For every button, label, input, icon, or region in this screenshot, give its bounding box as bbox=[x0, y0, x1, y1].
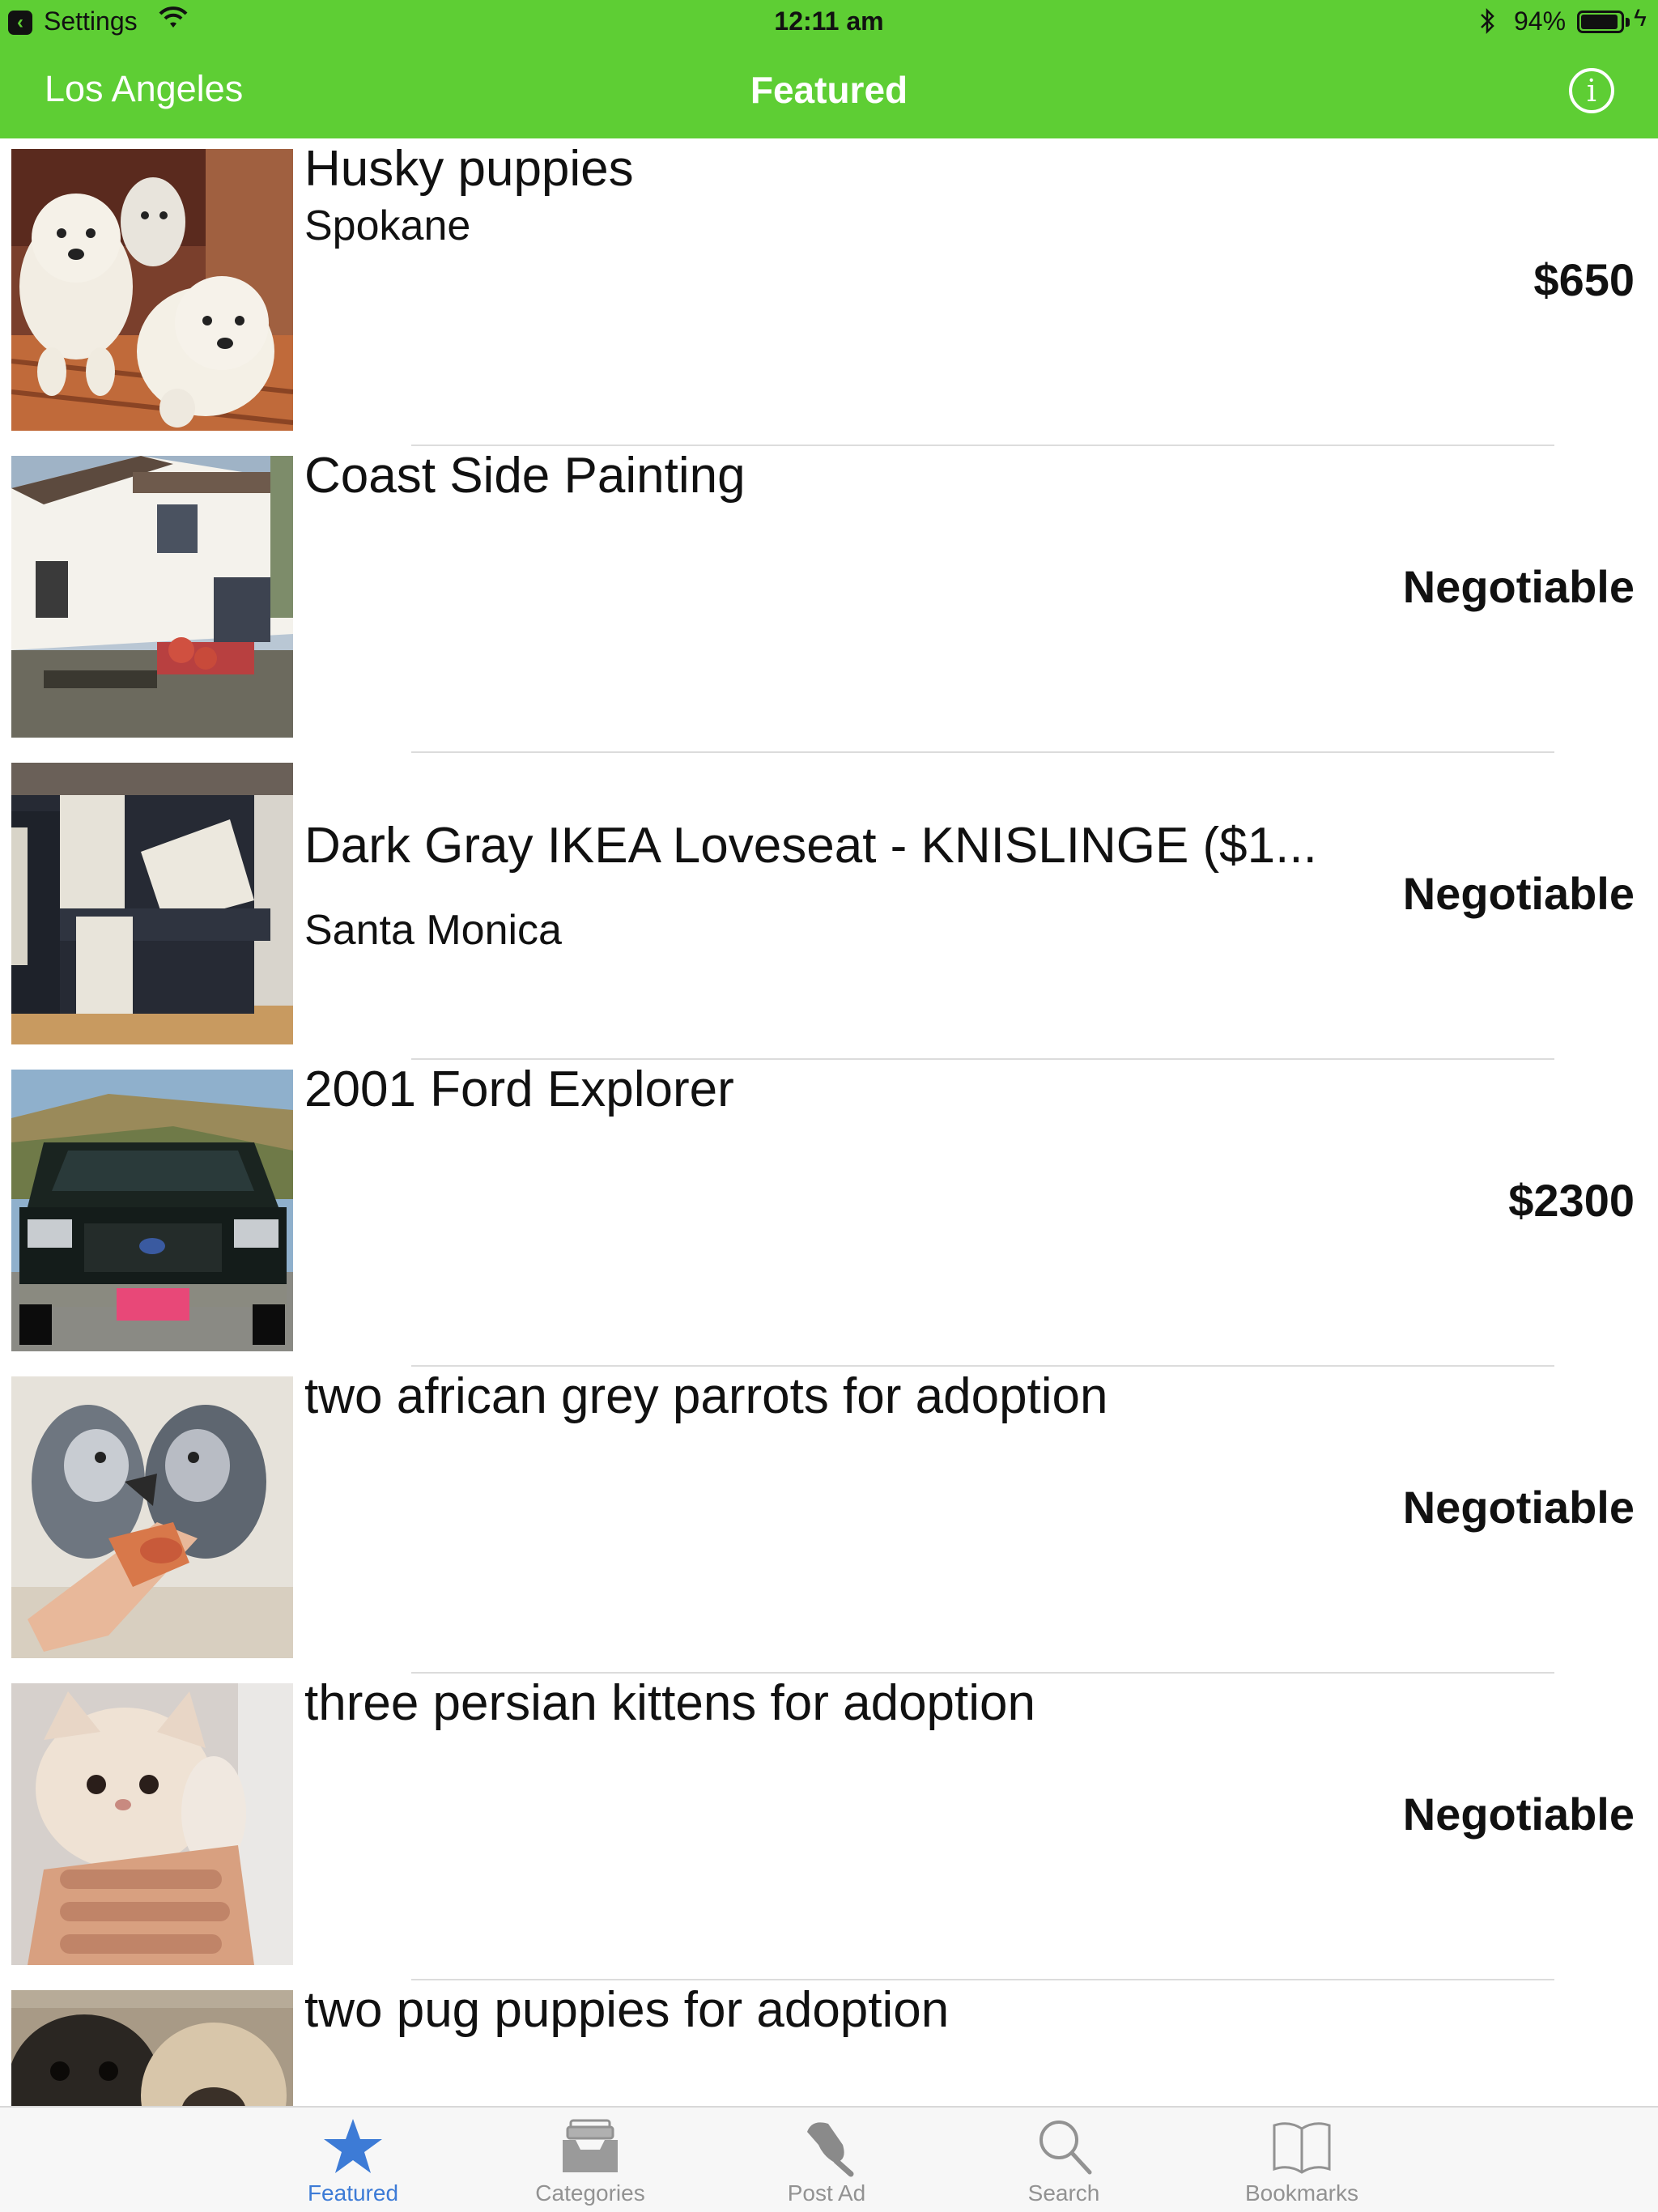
loveseat-photo bbox=[11, 763, 293, 1044]
tab-categories[interactable]: Categories bbox=[493, 2108, 687, 2212]
info-icon[interactable]: i bbox=[1569, 68, 1614, 113]
book-icon bbox=[1273, 2122, 1331, 2174]
husky-puppies-photo bbox=[11, 149, 293, 431]
listing-price: Negotiable bbox=[1402, 561, 1635, 612]
listing-title: Dark Gray IKEA Loveseat - KNISLINGE ($1.… bbox=[304, 818, 1317, 874]
listing-price: Negotiable bbox=[1402, 868, 1635, 919]
pin-icon bbox=[807, 2122, 854, 2177]
listing-price: Negotiable bbox=[1402, 1789, 1635, 1840]
tab-label: Categories bbox=[535, 2180, 645, 2206]
list-item[interactable]: 2001 Ford Explorer $2300 bbox=[0, 1059, 1658, 1367]
navigation-bar: Los Angeles Featured i bbox=[0, 44, 1658, 138]
star-icon bbox=[324, 2119, 382, 2173]
listing-title: Husky puppies bbox=[304, 141, 634, 197]
search-icon bbox=[1039, 2121, 1092, 2175]
clock: 12:11 am bbox=[774, 6, 884, 36]
listing-title: two pug puppies for adoption bbox=[304, 1982, 950, 2038]
status-bar: ‹ Settings 12:11 am 94% ϟ bbox=[0, 0, 1658, 44]
list-item[interactable]: two pug puppies for adoption bbox=[0, 1980, 1658, 2106]
suv-photo bbox=[11, 1070, 293, 1351]
list-item[interactable]: two african grey parrots for adoption Ne… bbox=[0, 1366, 1658, 1674]
tab-post-ad[interactable]: Post Ad bbox=[729, 2108, 924, 2212]
battery-nub bbox=[1626, 18, 1630, 27]
tab-label: Bookmarks bbox=[1244, 2180, 1359, 2206]
house-photo bbox=[11, 456, 293, 738]
listing-location: Spokane bbox=[304, 202, 471, 249]
parrots-photo bbox=[11, 1376, 293, 1658]
app-screen: ‹ Settings 12:11 am 94% ϟ Los Angeles Fe… bbox=[0, 0, 1658, 2212]
tab-label: Featured bbox=[307, 2180, 399, 2206]
battery-level bbox=[1581, 15, 1618, 29]
kitten-photo bbox=[11, 1683, 293, 1965]
battery-percent: 94% bbox=[1514, 6, 1567, 36]
list-item[interactable]: Dark Gray IKEA Loveseat - KNISLINGE ($1.… bbox=[0, 752, 1658, 1060]
list-item[interactable]: three persian kittens for adoption Negot… bbox=[0, 1673, 1658, 1980]
list-item[interactable]: Husky puppies Spokane $650 bbox=[0, 138, 1658, 446]
bluetooth-icon bbox=[1478, 5, 1498, 44]
page-title: Featured bbox=[750, 69, 908, 111]
tab-bookmarks[interactable]: Bookmarks bbox=[1205, 2108, 1399, 2212]
pug-photo bbox=[11, 1990, 293, 2106]
listing-title: Coast Side Painting bbox=[304, 448, 746, 504]
listing-title: three persian kittens for adoption bbox=[304, 1675, 1035, 1731]
charging-bolt-icon: ϟ bbox=[1634, 5, 1647, 32]
list-item[interactable]: Coast Side Painting Negotiable bbox=[0, 445, 1658, 753]
listing-price: $2300 bbox=[1508, 1175, 1635, 1226]
listing-price: Negotiable bbox=[1402, 1482, 1635, 1533]
listing-price: $650 bbox=[1533, 254, 1635, 305]
tab-bar: Featured Categories Post Ad Search Bookm… bbox=[0, 2106, 1658, 2212]
battery-icon bbox=[1577, 11, 1624, 33]
tab-featured[interactable]: Featured bbox=[256, 2108, 450, 2212]
listing-title: two african grey parrots for adoption bbox=[304, 1368, 1108, 1424]
tab-search[interactable]: Search bbox=[967, 2108, 1161, 2212]
listing-location: Santa Monica bbox=[304, 907, 562, 954]
listing-list[interactable]: Husky puppies Spokane $650 Coast Side Pa… bbox=[0, 138, 1658, 2106]
listing-title: 2001 Ford Explorer bbox=[304, 1061, 734, 1117]
tray-icon bbox=[563, 2119, 618, 2172]
tab-label: Search bbox=[1027, 2180, 1100, 2206]
tab-label: Post Ad bbox=[787, 2180, 866, 2206]
